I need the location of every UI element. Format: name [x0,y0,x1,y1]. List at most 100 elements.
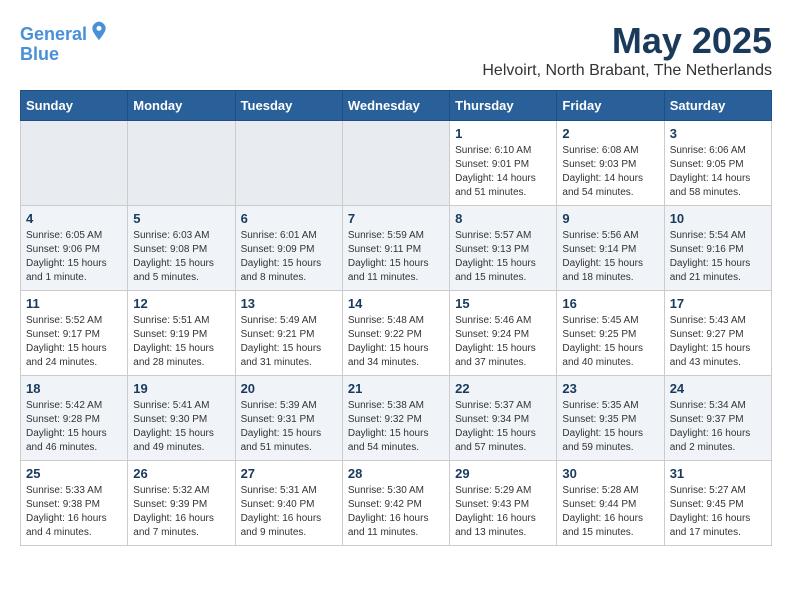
logo: General Blue [20,20,109,65]
day-number: 9 [562,211,658,226]
day-number: 10 [670,211,766,226]
calendar-cell: 16 Sunrise: 5:45 AM Sunset: 9:25 PM Dayli… [557,291,664,376]
day-info: Sunrise: 5:41 AM Sunset: 9:30 PM Dayligh… [133,399,229,455]
day-number: 20 [241,381,337,396]
day-number: 6 [241,211,337,226]
week-row-3: 18Sunrise: 5:42 AM Sunset: 9:28 PM Dayli… [21,376,772,461]
calendar-cell: 24Sunrise: 5:34 AM Sunset: 9:37 PM Dayli… [664,376,771,461]
day-number: 18 [26,381,122,396]
day-number: 4 [26,211,122,226]
calendar-cell [342,121,449,206]
title-section: May 2025 Helvoirt, North Brabant, The Ne… [482,20,772,80]
calendar-cell: 20 Sunrise: 5:39 AM Sunset: 9:31 PM Dayli… [235,376,342,461]
calendar-cell: 3Sunrise: 6:06 AM Sunset: 9:05 PM Daylig… [664,121,771,206]
calendar-cell: 27 Sunrise: 5:31 AM Sunset: 9:40 PM Dayli… [235,461,342,546]
day-info: Sunrise: 5:39 AM Sunset: 9:31 PM Dayligh… [241,399,337,455]
day-info: Sunrise: 6:05 AM Sunset: 9:06 PM Dayligh… [26,229,122,285]
day-header-saturday: Saturday [664,91,771,121]
day-header-sunday: Sunday [21,91,128,121]
day-number: 13 [241,296,337,311]
week-row-4: 25 Sunrise: 5:33 AM Sunset: 9:38 PM Dayli… [21,461,772,546]
day-info: Sunrise: 5:54 AM Sunset: 9:16 PM Dayligh… [670,229,766,285]
day-number: 16 [562,296,658,311]
logo-text: General [20,20,109,45]
day-number: 5 [133,211,229,226]
day-header-wednesday: Wednesday [342,91,449,121]
day-info: Sunrise: 5:31 AM Sunset: 9:40 PM Dayligh… [241,484,337,540]
day-info: Sunrise: 5:49 AM Sunset: 9:21 PM Dayligh… [241,314,337,370]
calendar-cell: 31 Sunrise: 5:27 AM Sunset: 9:45 PM Dayli… [664,461,771,546]
day-number: 19 [133,381,229,396]
day-info: Sunrise: 6:08 AM Sunset: 9:03 PM Dayligh… [562,144,658,200]
day-info: Sunrise: 5:38 AM Sunset: 9:32 PM Dayligh… [348,399,444,455]
day-number: 21 [348,381,444,396]
day-number: 28 [348,466,444,481]
week-row-1: 4 Sunrise: 6:05 AM Sunset: 9:06 PM Daylig… [21,206,772,291]
day-number: 17 [670,296,766,311]
day-number: 8 [455,211,551,226]
calendar-cell: 22 Sunrise: 5:37 AM Sunset: 9:34 PM Dayli… [450,376,557,461]
day-info: Sunrise: 5:34 AM Sunset: 9:37 PM Dayligh… [670,399,766,455]
calendar-cell: 17 Sunrise: 5:43 AM Sunset: 9:27 PM Dayli… [664,291,771,376]
logo-subtext: Blue [20,45,109,65]
calendar-cell: 30 Sunrise: 5:28 AM Sunset: 9:44 PM Dayli… [557,461,664,546]
day-number: 26 [133,466,229,481]
calendar-cell: 8Sunrise: 5:57 AM Sunset: 9:13 PM Daylig… [450,206,557,291]
calendar-cell: 18Sunrise: 5:42 AM Sunset: 9:28 PM Dayli… [21,376,128,461]
day-info: Sunrise: 5:59 AM Sunset: 9:11 PM Dayligh… [348,229,444,285]
calendar-cell: 13 Sunrise: 5:49 AM Sunset: 9:21 PM Dayli… [235,291,342,376]
calendar-cell: 9 Sunrise: 5:56 AM Sunset: 9:14 PM Daylig… [557,206,664,291]
calendar-cell: 29 Sunrise: 5:29 AM Sunset: 9:43 PM Dayli… [450,461,557,546]
calendar-cell: 26Sunrise: 5:32 AM Sunset: 9:39 PM Dayli… [128,461,235,546]
day-number: 14 [348,296,444,311]
day-number: 25 [26,466,122,481]
calendar-cell: 23 Sunrise: 5:35 AM Sunset: 9:35 PM Dayli… [557,376,664,461]
day-info: Sunrise: 6:03 AM Sunset: 9:08 PM Dayligh… [133,229,229,285]
day-info: Sunrise: 5:29 AM Sunset: 9:43 PM Dayligh… [455,484,551,540]
day-number: 22 [455,381,551,396]
day-number: 23 [562,381,658,396]
calendar-cell: 6 Sunrise: 6:01 AM Sunset: 9:09 PM Daylig… [235,206,342,291]
day-number: 11 [26,296,122,311]
calendar-table: SundayMondayTuesdayWednesdayThursdayFrid… [20,90,772,546]
day-info: Sunrise: 5:45 AM Sunset: 9:25 PM Dayligh… [562,314,658,370]
day-info: Sunrise: 6:06 AM Sunset: 9:05 PM Dayligh… [670,144,766,200]
calendar-cell: 12Sunrise: 5:51 AM Sunset: 9:19 PM Dayli… [128,291,235,376]
day-info: Sunrise: 5:43 AM Sunset: 9:27 PM Dayligh… [670,314,766,370]
day-number: 31 [670,466,766,481]
day-info: Sunrise: 5:48 AM Sunset: 9:22 PM Dayligh… [348,314,444,370]
calendar-cell: 5 Sunrise: 6:03 AM Sunset: 9:08 PM Daylig… [128,206,235,291]
day-number: 27 [241,466,337,481]
day-info: Sunrise: 5:35 AM Sunset: 9:35 PM Dayligh… [562,399,658,455]
calendar-cell: 15 Sunrise: 5:46 AM Sunset: 9:24 PM Dayli… [450,291,557,376]
calendar-cell: 21 Sunrise: 5:38 AM Sunset: 9:32 PM Dayli… [342,376,449,461]
calendar-cell: 10 Sunrise: 5:54 AM Sunset: 9:16 PM Dayli… [664,206,771,291]
day-info: Sunrise: 6:01 AM Sunset: 9:09 PM Dayligh… [241,229,337,285]
calendar-cell: 11Sunrise: 5:52 AM Sunset: 9:17 PM Dayli… [21,291,128,376]
calendar-cell: 1Sunrise: 6:10 AM Sunset: 9:01 PM Daylig… [450,121,557,206]
day-info: Sunrise: 5:37 AM Sunset: 9:34 PM Dayligh… [455,399,551,455]
day-number: 15 [455,296,551,311]
day-header-thursday: Thursday [450,91,557,121]
day-header-tuesday: Tuesday [235,91,342,121]
day-number: 2 [562,126,658,141]
calendar-cell: 2 Sunrise: 6:08 AM Sunset: 9:03 PM Daylig… [557,121,664,206]
calendar-cell: 14 Sunrise: 5:48 AM Sunset: 9:22 PM Dayli… [342,291,449,376]
calendar-cell [128,121,235,206]
day-number: 30 [562,466,658,481]
week-row-0: 1Sunrise: 6:10 AM Sunset: 9:01 PM Daylig… [21,121,772,206]
month-title: May 2025 [482,20,772,62]
calendar-cell [21,121,128,206]
day-info: Sunrise: 5:33 AM Sunset: 9:38 PM Dayligh… [26,484,122,540]
day-number: 1 [455,126,551,141]
day-info: Sunrise: 5:56 AM Sunset: 9:14 PM Dayligh… [562,229,658,285]
day-info: Sunrise: 5:51 AM Sunset: 9:19 PM Dayligh… [133,314,229,370]
day-info: Sunrise: 5:30 AM Sunset: 9:42 PM Dayligh… [348,484,444,540]
day-info: Sunrise: 5:28 AM Sunset: 9:44 PM Dayligh… [562,484,658,540]
week-row-2: 11Sunrise: 5:52 AM Sunset: 9:17 PM Dayli… [21,291,772,376]
day-number: 29 [455,466,551,481]
day-info: Sunrise: 5:46 AM Sunset: 9:24 PM Dayligh… [455,314,551,370]
calendar-cell: 19 Sunrise: 5:41 AM Sunset: 9:30 PM Dayli… [128,376,235,461]
calendar-cell [235,121,342,206]
day-info: Sunrise: 5:27 AM Sunset: 9:45 PM Dayligh… [670,484,766,540]
